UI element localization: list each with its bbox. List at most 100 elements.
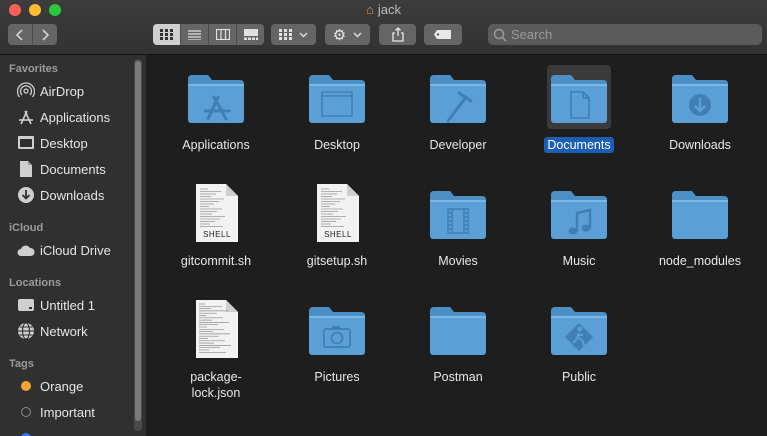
cloud-icon: [16, 241, 36, 259]
file-name: Downloads: [669, 138, 731, 152]
documents-icon: [16, 160, 36, 178]
file-item-music[interactable]: Music: [520, 177, 638, 289]
file-item-package--lock.json[interactable]: package- lock.json: [157, 293, 275, 405]
search-field[interactable]: [488, 24, 762, 45]
file-name: Postman: [433, 370, 483, 384]
chevron-down-icon: [299, 32, 308, 37]
file-name: Documents: [520, 137, 638, 153]
folder-icon: [426, 65, 490, 129]
file-name: package- lock.json: [190, 370, 242, 400]
forward-button[interactable]: [33, 24, 57, 45]
airdrop-icon: [16, 82, 36, 100]
search-icon: [493, 28, 507, 42]
sidebar: Favorites AirDrop Applications Desktop D…: [0, 55, 146, 436]
tags-button[interactable]: [424, 24, 462, 45]
icon-view-button[interactable]: [153, 24, 181, 45]
folder-icon: [426, 181, 490, 245]
file-name: Developer: [429, 138, 487, 152]
history-nav: [8, 24, 57, 45]
file-item-applications[interactable]: Applications: [157, 61, 275, 173]
gear-icon: ⚙: [332, 26, 347, 44]
json-file-icon: [184, 297, 248, 361]
file-name: Movies: [438, 254, 478, 268]
chevron-right-icon: [42, 28, 50, 41]
file-item-documents[interactable]: Documents: [520, 61, 638, 173]
view-mode-control: [153, 24, 264, 45]
section-title-favorites: Favorites: [9, 63, 58, 75]
folder-icon: [305, 297, 369, 361]
group-button[interactable]: [271, 24, 316, 45]
list-icon: [188, 29, 201, 40]
sidebar-item-tag-orange[interactable]: Orange: [0, 374, 132, 398]
file-item-public[interactable]: Public: [520, 293, 638, 405]
folder-icon: [668, 181, 732, 245]
file-badge: SHELL: [203, 230, 231, 239]
disk-icon: [16, 296, 36, 314]
file-grid: Applications Desktop Developer Documents Dow…: [147, 55, 767, 436]
file-name: Pictures: [314, 370, 360, 384]
chevron-down-icon: [353, 32, 362, 37]
sidebar-item-airdrop[interactable]: AirDrop: [0, 79, 132, 103]
finder-window: ⌂ jack ⚙ Search Favorites AirDrop Applic…: [0, 0, 767, 436]
shell-script-icon: SHELL: [305, 181, 369, 245]
folder-icon: [547, 181, 611, 245]
tag-dot-icon: [16, 429, 36, 436]
file-name: Music: [562, 254, 596, 268]
share-icon: [391, 27, 404, 42]
columns-icon: [215, 29, 230, 40]
action-button[interactable]: ⚙: [325, 24, 370, 45]
file-badge: SHELL: [324, 230, 352, 239]
share-button[interactable]: [379, 24, 416, 45]
folder-icon: [426, 297, 490, 361]
sidebar-item-tag-blue[interactable]: [0, 426, 132, 436]
sidebar-item-desktop[interactable]: Desktop: [0, 131, 132, 155]
file-name: Desktop: [314, 138, 360, 152]
scrollbar-thumb[interactable]: [135, 61, 141, 421]
file-item-developer[interactable]: Developer: [399, 61, 517, 173]
home-icon: ⌂: [366, 2, 374, 17]
folder-icon: [305, 65, 369, 129]
file-item-pictures[interactable]: Pictures: [278, 293, 396, 405]
file-name: Applications: [182, 138, 250, 152]
folder-icon: [184, 65, 248, 129]
file-name: gitsetup.sh: [306, 254, 368, 268]
sidebar-item-documents[interactable]: Documents: [0, 157, 132, 181]
shell-script-icon: SHELL: [184, 181, 248, 245]
grid-icon: [279, 29, 292, 40]
file-item-desktop[interactable]: Desktop: [278, 61, 396, 173]
file-name: Public: [561, 370, 597, 384]
back-button[interactable]: [8, 24, 33, 45]
sidebar-item-applications[interactable]: Applications: [0, 105, 132, 129]
grid-icon: [160, 29, 173, 40]
gallery-view-button[interactable]: [237, 24, 264, 45]
sidebar-item-untitled-1[interactable]: Untitled 1: [0, 293, 132, 317]
search-input[interactable]: [511, 27, 741, 42]
desktop-icon: [16, 134, 36, 152]
sidebar-item-downloads[interactable]: Downloads: [0, 183, 132, 207]
sidebar-item-tag-important[interactable]: Important: [0, 400, 132, 424]
file-item-movies[interactable]: Movies: [399, 177, 517, 289]
file-item-gitcommit.sh[interactable]: SHELL gitcommit.sh: [157, 177, 275, 289]
section-title-tags: Tags: [9, 358, 34, 370]
sidebar-item-network[interactable]: Network: [0, 319, 132, 343]
sidebar-item-icloud-drive[interactable]: iCloud Drive: [0, 238, 132, 262]
list-view-button[interactable]: [181, 24, 209, 45]
sidebar-scrollbar[interactable]: [134, 59, 142, 431]
section-title-locations: Locations: [9, 277, 61, 289]
file-item-postman[interactable]: Postman: [399, 293, 517, 405]
tag-icon: [434, 30, 451, 39]
chevron-left-icon: [15, 28, 23, 41]
file-item-gitsetup.sh[interactable]: SHELL gitsetup.sh: [278, 177, 396, 289]
file-item-node_modules[interactable]: node_modules: [641, 177, 759, 289]
file-name: gitcommit.sh: [180, 254, 252, 268]
folder-icon: [547, 65, 611, 129]
file-name: node_modules: [658, 254, 741, 268]
gallery-icon: [243, 29, 258, 40]
downloads-icon: [16, 186, 36, 204]
column-view-button[interactable]: [209, 24, 237, 45]
tag-dot-icon: [16, 403, 36, 421]
network-icon: [16, 322, 36, 340]
tag-dot-icon: [16, 377, 36, 395]
file-item-downloads[interactable]: Downloads: [641, 61, 759, 173]
section-title-icloud: iCloud: [9, 222, 44, 234]
